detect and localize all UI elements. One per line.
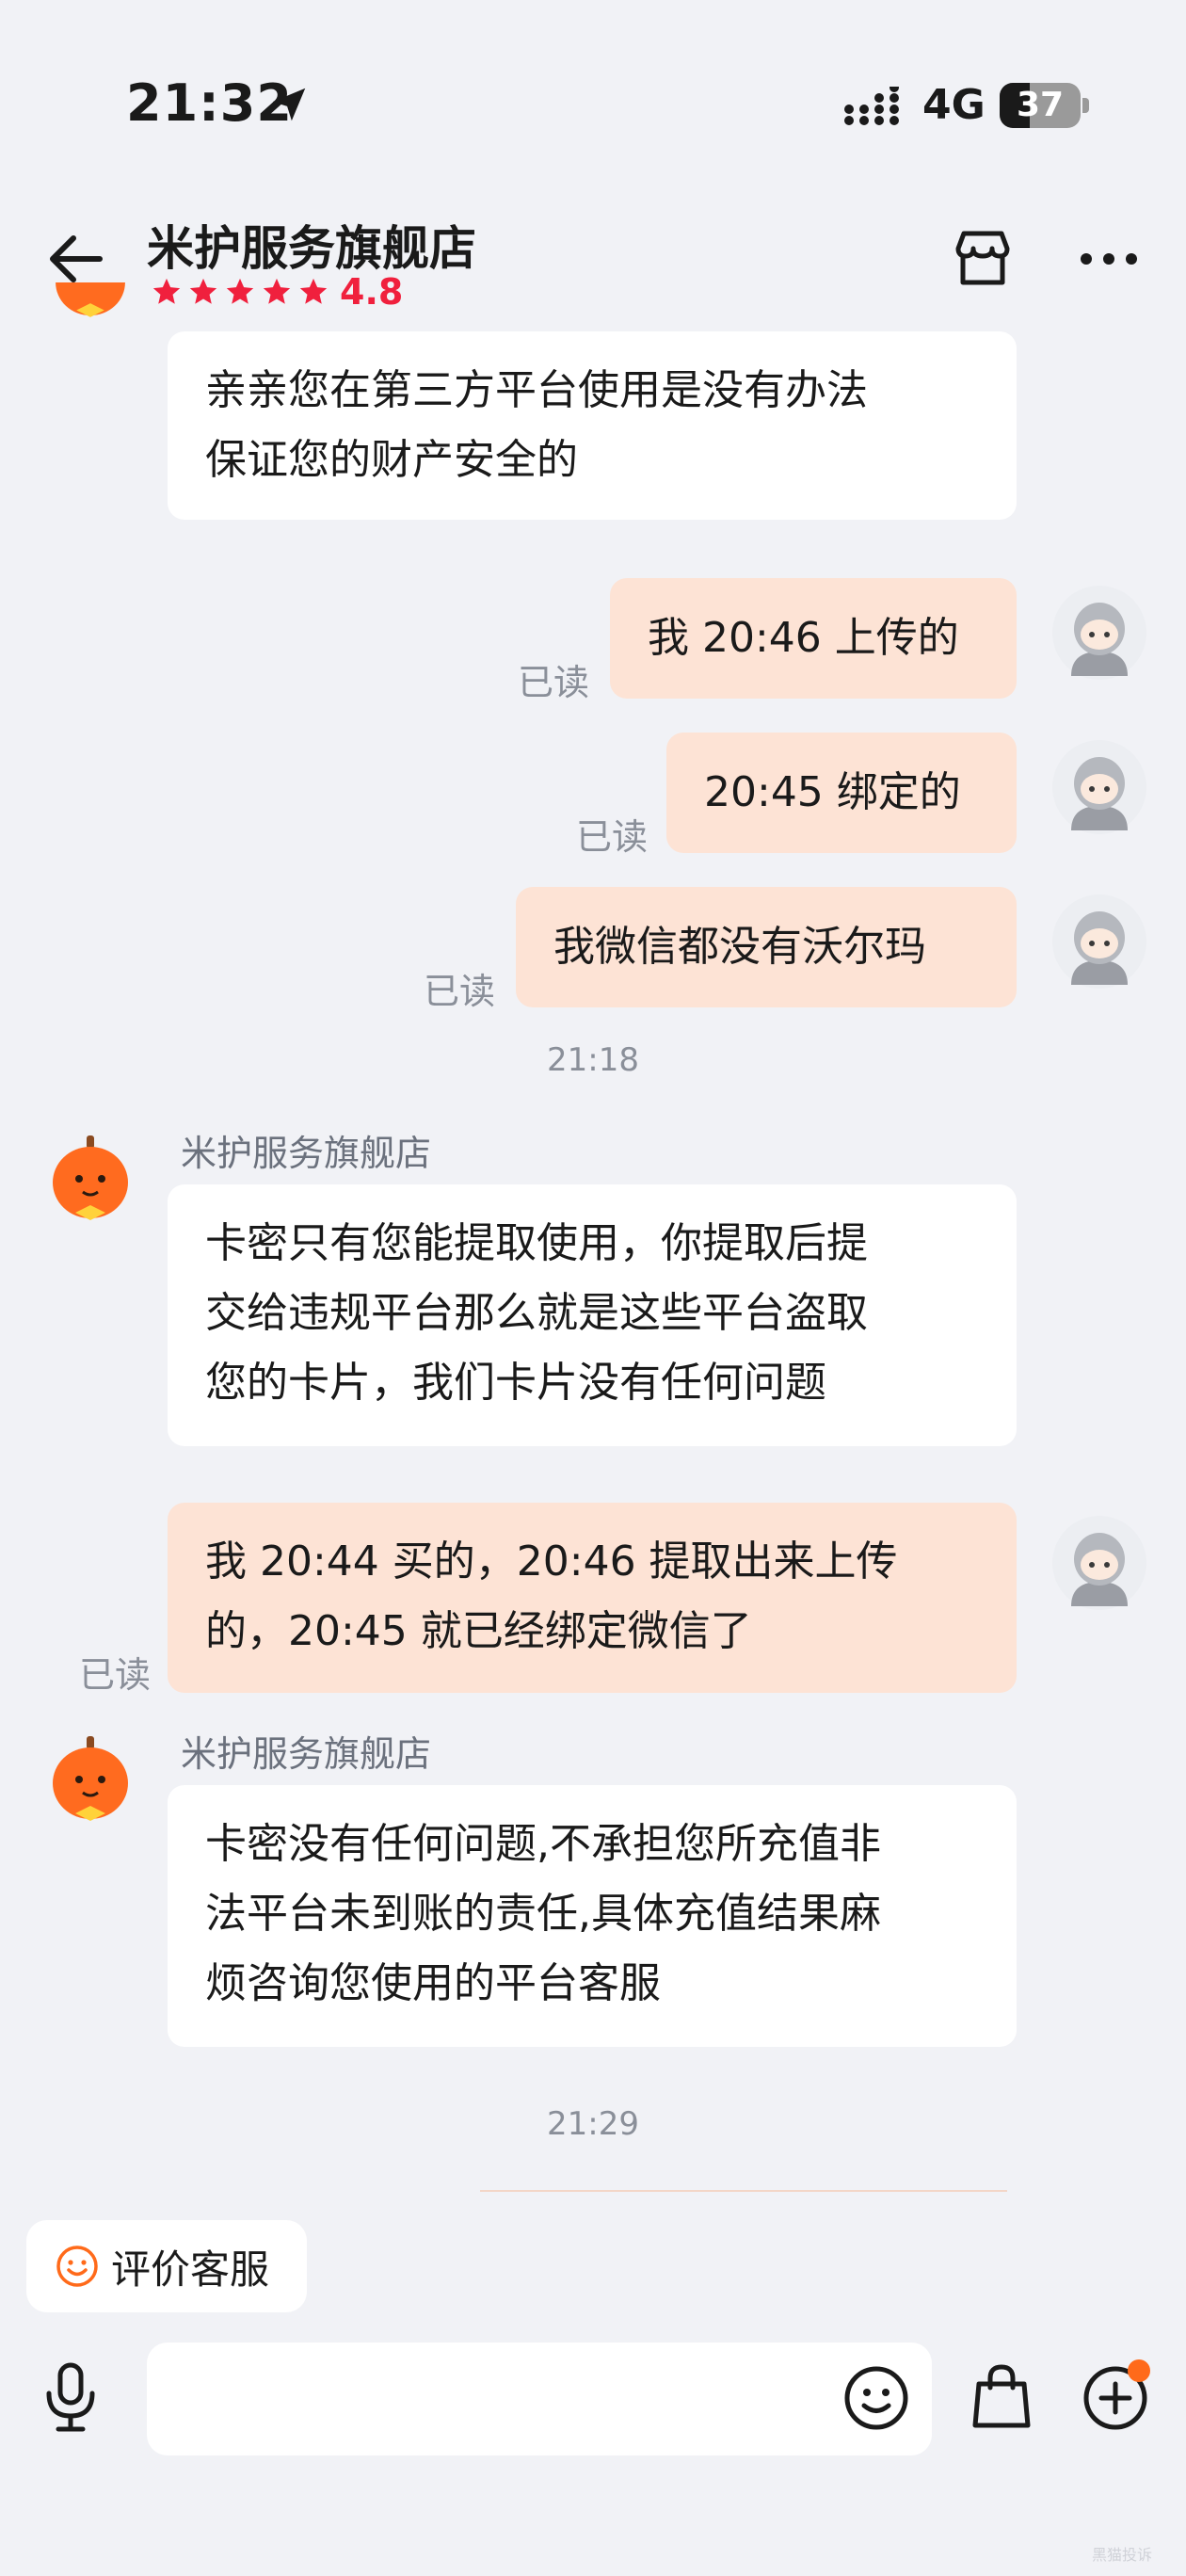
- location-arrow-icon: [272, 88, 306, 121]
- sender-name: 米护服务旗舰店: [181, 1733, 432, 1775]
- seller-avatar: [56, 282, 125, 317]
- timestamp: 21:18: [547, 1041, 639, 1079]
- buyer-message: 我微信都没有沃尔玛: [516, 887, 1017, 1007]
- buyer-avatar: [1052, 1516, 1146, 1610]
- watermark: 黑猫投诉: [1092, 2546, 1153, 2564]
- battery-icon: 37: [1000, 83, 1090, 128]
- smile-icon: [56, 2246, 98, 2287]
- seller-avatar: [53, 1736, 128, 1821]
- read-status: 已读: [576, 816, 649, 858]
- buyer-avatar: [1052, 740, 1146, 834]
- seller-message: 亲亲您在第三方平台使用是没有办法 保证您的财产安全的: [168, 331, 1017, 520]
- seller-message: 卡密没有任何问题,不承担您所充值非 法平台未到账的责任,具体充值结果麻 烦咨询您…: [168, 1785, 1017, 2047]
- emoji-icon[interactable]: [840, 2361, 913, 2435]
- read-status: 已读: [518, 662, 590, 703]
- buyer-message: 我 20:44 买的，20:46 提取出来上传 的，20:45 就已经绑定微信了: [168, 1503, 1017, 1693]
- star-icon: [189, 278, 217, 304]
- star-icon: [152, 278, 181, 304]
- shop-rating: 4.8: [151, 271, 404, 313]
- more-icon[interactable]: [1075, 235, 1143, 282]
- star-icon: [226, 278, 254, 304]
- message-input[interactable]: [147, 2343, 932, 2455]
- shopping-bag-icon[interactable]: [966, 2359, 1037, 2433]
- seller-message: 卡密只有您能提取使用，你提取后提 交给违规平台那么就是这些平台盗取 您的卡片，我…: [168, 1184, 1017, 1446]
- seller-avatar: [53, 1135, 128, 1220]
- star-icon: [263, 278, 291, 304]
- star-icon: [299, 278, 328, 304]
- shop-title[interactable]: 米护服务旗舰店: [147, 211, 476, 279]
- rate-customer-service-button[interactable]: 评价客服: [26, 2220, 307, 2312]
- store-icon[interactable]: [949, 224, 1017, 292]
- battery-level: 37: [1016, 86, 1065, 124]
- buyer-avatar: [1052, 894, 1146, 989]
- rating-value: 4.8: [340, 271, 404, 313]
- rating-stars: [151, 276, 334, 308]
- read-status: 已读: [79, 1654, 152, 1696]
- notification-dot: [1128, 2359, 1150, 2382]
- buyer-message: 我 20:46 上传的: [610, 578, 1017, 699]
- buyer-message: 20:45 绑定的: [666, 733, 1017, 853]
- rate-customer-service-label: 评价客服: [111, 2246, 270, 2293]
- read-status: 已读: [424, 971, 496, 1012]
- sender-name: 米护服务旗舰店: [181, 1133, 432, 1174]
- timestamp: 21:29: [547, 2105, 639, 2143]
- network-type: 4G: [922, 81, 986, 129]
- buyer-avatar: [1052, 586, 1146, 680]
- divider: [480, 2190, 1007, 2192]
- microphone-icon[interactable]: [38, 2359, 104, 2435]
- signal-icon: [844, 87, 899, 125]
